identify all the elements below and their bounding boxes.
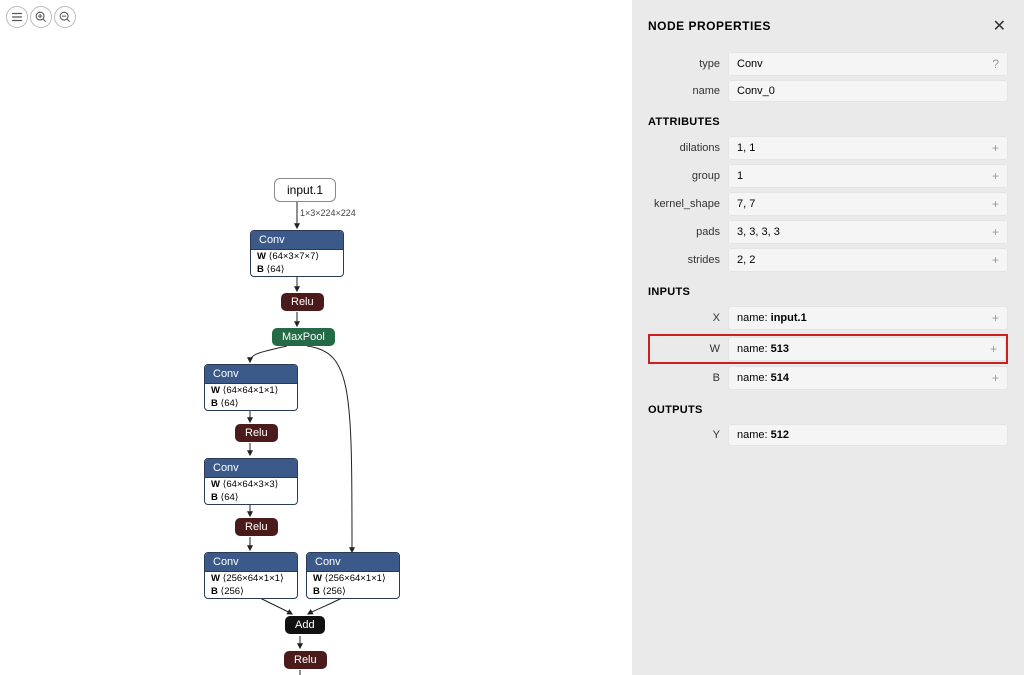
input-value[interactable]: name: 513+ [728,337,1006,361]
attribute-row: dilations1, 1+ [648,136,1008,160]
node-header: Conv [205,365,297,384]
node-conv-4[interactable]: Conv W ⟨256×64×1×1⟩ B ⟨256⟩ [204,552,298,599]
attribute-value[interactable]: 2, 2+ [728,248,1008,272]
node-maxpool[interactable]: MaxPool [272,328,335,346]
conv3-w: ⟨64×64×3×3⟩ [223,479,279,490]
input-label: B [648,372,728,384]
node-relu-1[interactable]: Relu [281,293,324,311]
property-label: name [648,85,728,97]
node-conv-5[interactable]: Conv W ⟨256×64×1×1⟩ B ⟨256⟩ [306,552,400,599]
output-row: Yname: 512 [648,424,1008,446]
attribute-label: kernel_shape [648,198,728,210]
section-outputs: OUTPUTS [648,404,1008,416]
attribute-row: strides2, 2+ [648,248,1008,272]
conv3-b: ⟨64⟩ [221,492,239,503]
conv2-w: ⟨64×64×1×1⟩ [223,385,279,396]
attribute-value[interactable]: 1, 1+ [728,136,1008,160]
conv5-w: ⟨256×64×1×1⟩ [325,573,386,584]
attribute-value[interactable]: 3, 3, 3, 3+ [728,220,1008,244]
node-conv-3[interactable]: Conv W ⟨64×64×3×3⟩ B ⟨64⟩ [204,458,298,505]
property-value-name[interactable]: Conv_0 [728,80,1008,102]
output-value[interactable]: name: 512 [728,424,1008,446]
conv4-w: ⟨256×64×1×1⟩ [223,573,284,584]
attribute-row: kernel_shape7, 7+ [648,192,1008,216]
panel-title: NODE PROPERTIES [648,19,771,33]
node-header: Conv [205,553,297,572]
property-label: type [648,58,728,70]
conv5-b: ⟨256⟩ [323,586,346,597]
node-input-label: input.1 [287,183,323,197]
property-row-type: type Conv? [648,52,1008,76]
close-button[interactable]: ✕ [991,14,1008,38]
section-inputs: INPUTS [648,286,1008,298]
node-relu-3[interactable]: Relu [235,518,278,536]
property-row-name: name Conv_0 [648,80,1008,102]
conv2-b: ⟨64⟩ [221,398,239,409]
node-conv-1[interactable]: Conv W ⟨64×3×7×7⟩ B ⟨64⟩ [250,230,344,277]
node-header: Conv [205,459,297,478]
conv4-b: ⟨256⟩ [221,586,244,597]
node-input[interactable]: input.1 [274,178,336,202]
attribute-label: pads [648,226,728,238]
properties-panel: NODE PROPERTIES ✕ type Conv? name Conv_0… [632,0,1024,675]
input-label: W [648,343,728,355]
attribute-row: pads3, 3, 3, 3+ [648,220,1008,244]
attribute-label: dilations [648,142,728,154]
attribute-value[interactable]: 1+ [728,164,1008,188]
conv1-w: ⟨64×3×7×7⟩ [269,251,319,262]
node-conv-2[interactable]: Conv W ⟨64×64×1×1⟩ B ⟨64⟩ [204,364,298,411]
property-value-type[interactable]: Conv? [728,52,1008,76]
attribute-value[interactable]: 7, 7+ [728,192,1008,216]
edge-shape-label: 1×3×224×224 [300,208,356,218]
input-row: Bname: 514+ [648,366,1008,390]
attribute-label: strides [648,254,728,266]
output-label: Y [648,429,728,441]
node-header: Conv [251,231,343,250]
attribute-row: group1+ [648,164,1008,188]
node-add[interactable]: Add [285,616,325,634]
conv1-b: ⟨64⟩ [267,264,285,275]
node-relu-2[interactable]: Relu [235,424,278,442]
node-header: Conv [307,553,399,572]
input-value[interactable]: name: input.1+ [728,306,1008,330]
input-label: X [648,312,728,324]
graph-canvas[interactable]: input.1 1×3×224×224 Conv W ⟨64×3×7×7⟩ B … [0,0,632,675]
input-value[interactable]: name: 514+ [728,366,1008,390]
input-row: Xname: input.1+ [648,306,1008,330]
input-row: Wname: 513+ [648,334,1008,364]
section-attributes: ATTRIBUTES [648,116,1008,128]
node-relu-4[interactable]: Relu [284,651,327,669]
attribute-label: group [648,170,728,182]
